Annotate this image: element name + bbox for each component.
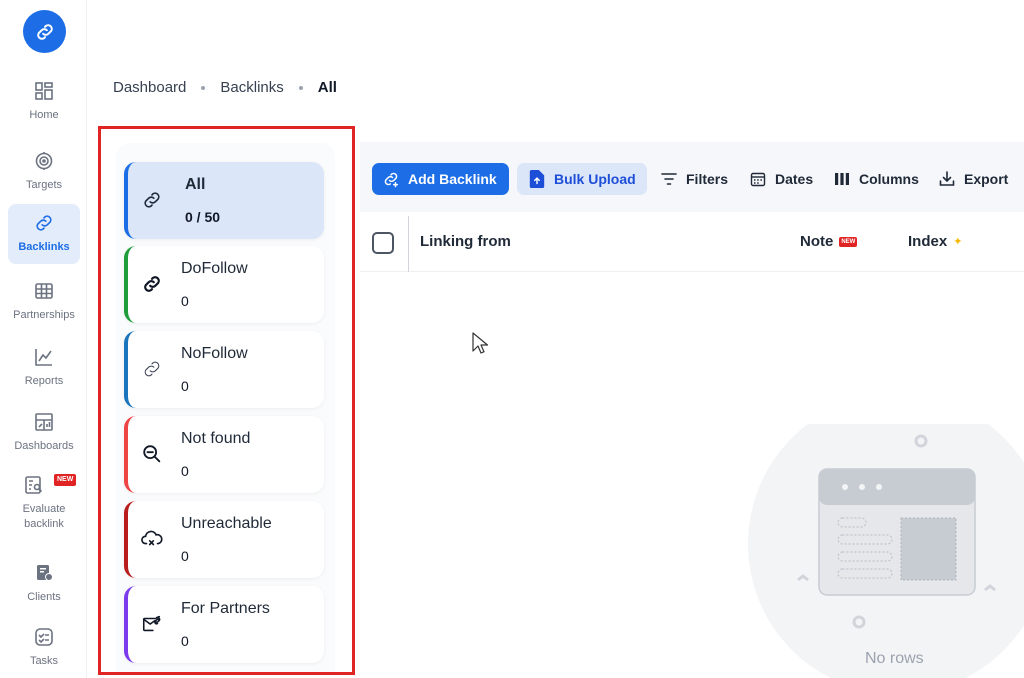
calendar-icon <box>749 170 767 188</box>
category-card-all[interactable]: All 0 / 50 <box>124 162 324 239</box>
columns-label: Columns <box>859 171 919 187</box>
empty-state-illustration <box>748 394 1024 678</box>
filters-button[interactable]: Filters <box>660 163 728 195</box>
category-title: DoFollow <box>181 260 248 277</box>
breadcrumb: Dashboard Backlinks All <box>113 79 337 96</box>
category-title: All <box>185 176 206 193</box>
nav-clients[interactable]: Clients <box>8 554 80 614</box>
nav-tasks-label: Tasks <box>29 655 59 667</box>
nav-partnerships[interactable]: Partnerships <box>8 272 80 332</box>
link-bold-icon <box>140 272 164 296</box>
column-header-label: Note <box>800 233 834 250</box>
breadcrumb-separator <box>201 85 206 90</box>
app-logo[interactable] <box>23 10 66 53</box>
empty-state-text: No rows <box>865 650 924 667</box>
category-count: 0 <box>181 548 189 564</box>
cloud-x-icon <box>140 527 164 551</box>
nav-backlinks-label: Backlinks <box>18 241 70 253</box>
category-title: Not found <box>181 430 251 447</box>
nav-tasks[interactable]: Tasks <box>8 618 80 678</box>
breadcrumb-separator <box>298 85 303 90</box>
mouse-cursor-icon <box>472 332 489 361</box>
nav-partnerships-label: Partnerships <box>13 309 75 321</box>
column-header-label: Index <box>908 233 948 250</box>
filters-label: Filters <box>686 171 729 187</box>
nav-home[interactable]: Home <box>8 72 80 132</box>
nav-dashboards-label: Dashboards <box>14 440 74 452</box>
clients-icon <box>33 562 55 584</box>
table-header: Linking from Note NEW Index ✦ <box>360 212 1024 272</box>
target-icon <box>33 150 55 172</box>
column-header-index[interactable]: Index ✦ <box>908 233 962 250</box>
export-button[interactable]: Export <box>938 163 1008 195</box>
nav-reports-label: Reports <box>24 375 64 387</box>
bulk-upload-button[interactable]: Bulk Upload <box>517 163 647 195</box>
new-badge: NEW <box>839 236 858 247</box>
download-icon <box>938 170 956 188</box>
bulk-upload-label: Bulk Upload <box>554 171 636 187</box>
link-icon <box>33 212 55 234</box>
select-all-checkbox[interactable] <box>372 232 394 254</box>
table-icon <box>33 280 55 302</box>
nav-targets[interactable]: Targets <box>8 142 80 202</box>
category-count: 0 <box>181 378 189 394</box>
link-add-icon <box>382 170 400 188</box>
breadcrumb-dashboard[interactable]: Dashboard <box>113 79 186 96</box>
column-header-linking-from[interactable]: Linking from <box>420 233 511 250</box>
category-card-unreachable[interactable]: Unreachable 0 <box>124 501 324 578</box>
column-divider <box>408 216 409 272</box>
breadcrumb-current: All <box>317 79 337 96</box>
file-upload-icon <box>528 170 546 188</box>
export-label: Export <box>964 171 1009 187</box>
nav-targets-label: Targets <box>25 179 63 191</box>
category-card-dofollow[interactable]: DoFollow 0 <box>124 246 324 323</box>
category-count: 0 <box>181 293 189 309</box>
nav-reports[interactable]: Reports <box>8 338 80 398</box>
new-badge: NEW <box>54 474 77 486</box>
category-count: 0 <box>181 463 189 479</box>
app: Home Targets Backlinks Partnerships Repo <box>0 0 1024 678</box>
nav-backlinks[interactable]: Backlinks <box>8 204 80 264</box>
category-panel-highlight: All 0 / 50 DoFollow 0 NoFollow 0 Not fou… <box>98 126 355 675</box>
breadcrumb-backlinks[interactable]: Backlinks <box>220 79 283 96</box>
mail-link-icon <box>140 612 164 636</box>
nav-evaluate-backlink[interactable]: NEW Evaluate backlink <box>8 466 80 538</box>
nav-evaluate-backlink-label: Evaluate backlink <box>22 503 66 530</box>
nav-home-label: Home <box>29 109 59 121</box>
dashboard-icon <box>33 411 55 433</box>
dates-button[interactable]: Dates <box>749 163 813 195</box>
column-header-note[interactable]: Note NEW <box>800 233 858 250</box>
dates-label: Dates <box>775 171 814 187</box>
add-backlink-button[interactable]: Add Backlink <box>372 163 509 195</box>
home-icon <box>33 80 55 102</box>
category-title: For Partners <box>181 600 270 617</box>
category-card-for-partners[interactable]: For Partners 0 <box>124 586 324 663</box>
category-list: All 0 / 50 DoFollow 0 NoFollow 0 Not fou… <box>116 143 335 672</box>
tasks-icon <box>33 626 55 648</box>
link-thin-icon <box>140 357 164 381</box>
add-backlink-label: Add Backlink <box>408 171 497 187</box>
zoom-out-icon <box>140 442 164 466</box>
filter-icon <box>660 170 678 188</box>
category-count: 0 <box>181 633 189 649</box>
link-logo-icon <box>36 23 53 40</box>
chart-icon <box>33 346 55 368</box>
column-header-label: Linking from <box>420 233 511 250</box>
category-count: 0 / 50 <box>185 209 221 225</box>
category-card-not-found[interactable]: Not found 0 <box>124 416 324 493</box>
sparkle-icon: ✦ <box>953 236 963 248</box>
category-title: Unreachable <box>181 515 272 532</box>
columns-button[interactable]: Columns <box>833 163 919 195</box>
evaluate-icon <box>23 474 45 496</box>
category-title: NoFollow <box>181 345 248 362</box>
link-icon <box>140 188 164 212</box>
category-card-nofollow[interactable]: NoFollow 0 <box>124 331 324 408</box>
left-nav-rail: Home Targets Backlinks Partnerships Repo <box>0 0 87 678</box>
nav-dashboards[interactable]: Dashboards <box>8 403 80 463</box>
nav-clients-label: Clients <box>27 591 61 603</box>
columns-icon <box>833 170 851 188</box>
